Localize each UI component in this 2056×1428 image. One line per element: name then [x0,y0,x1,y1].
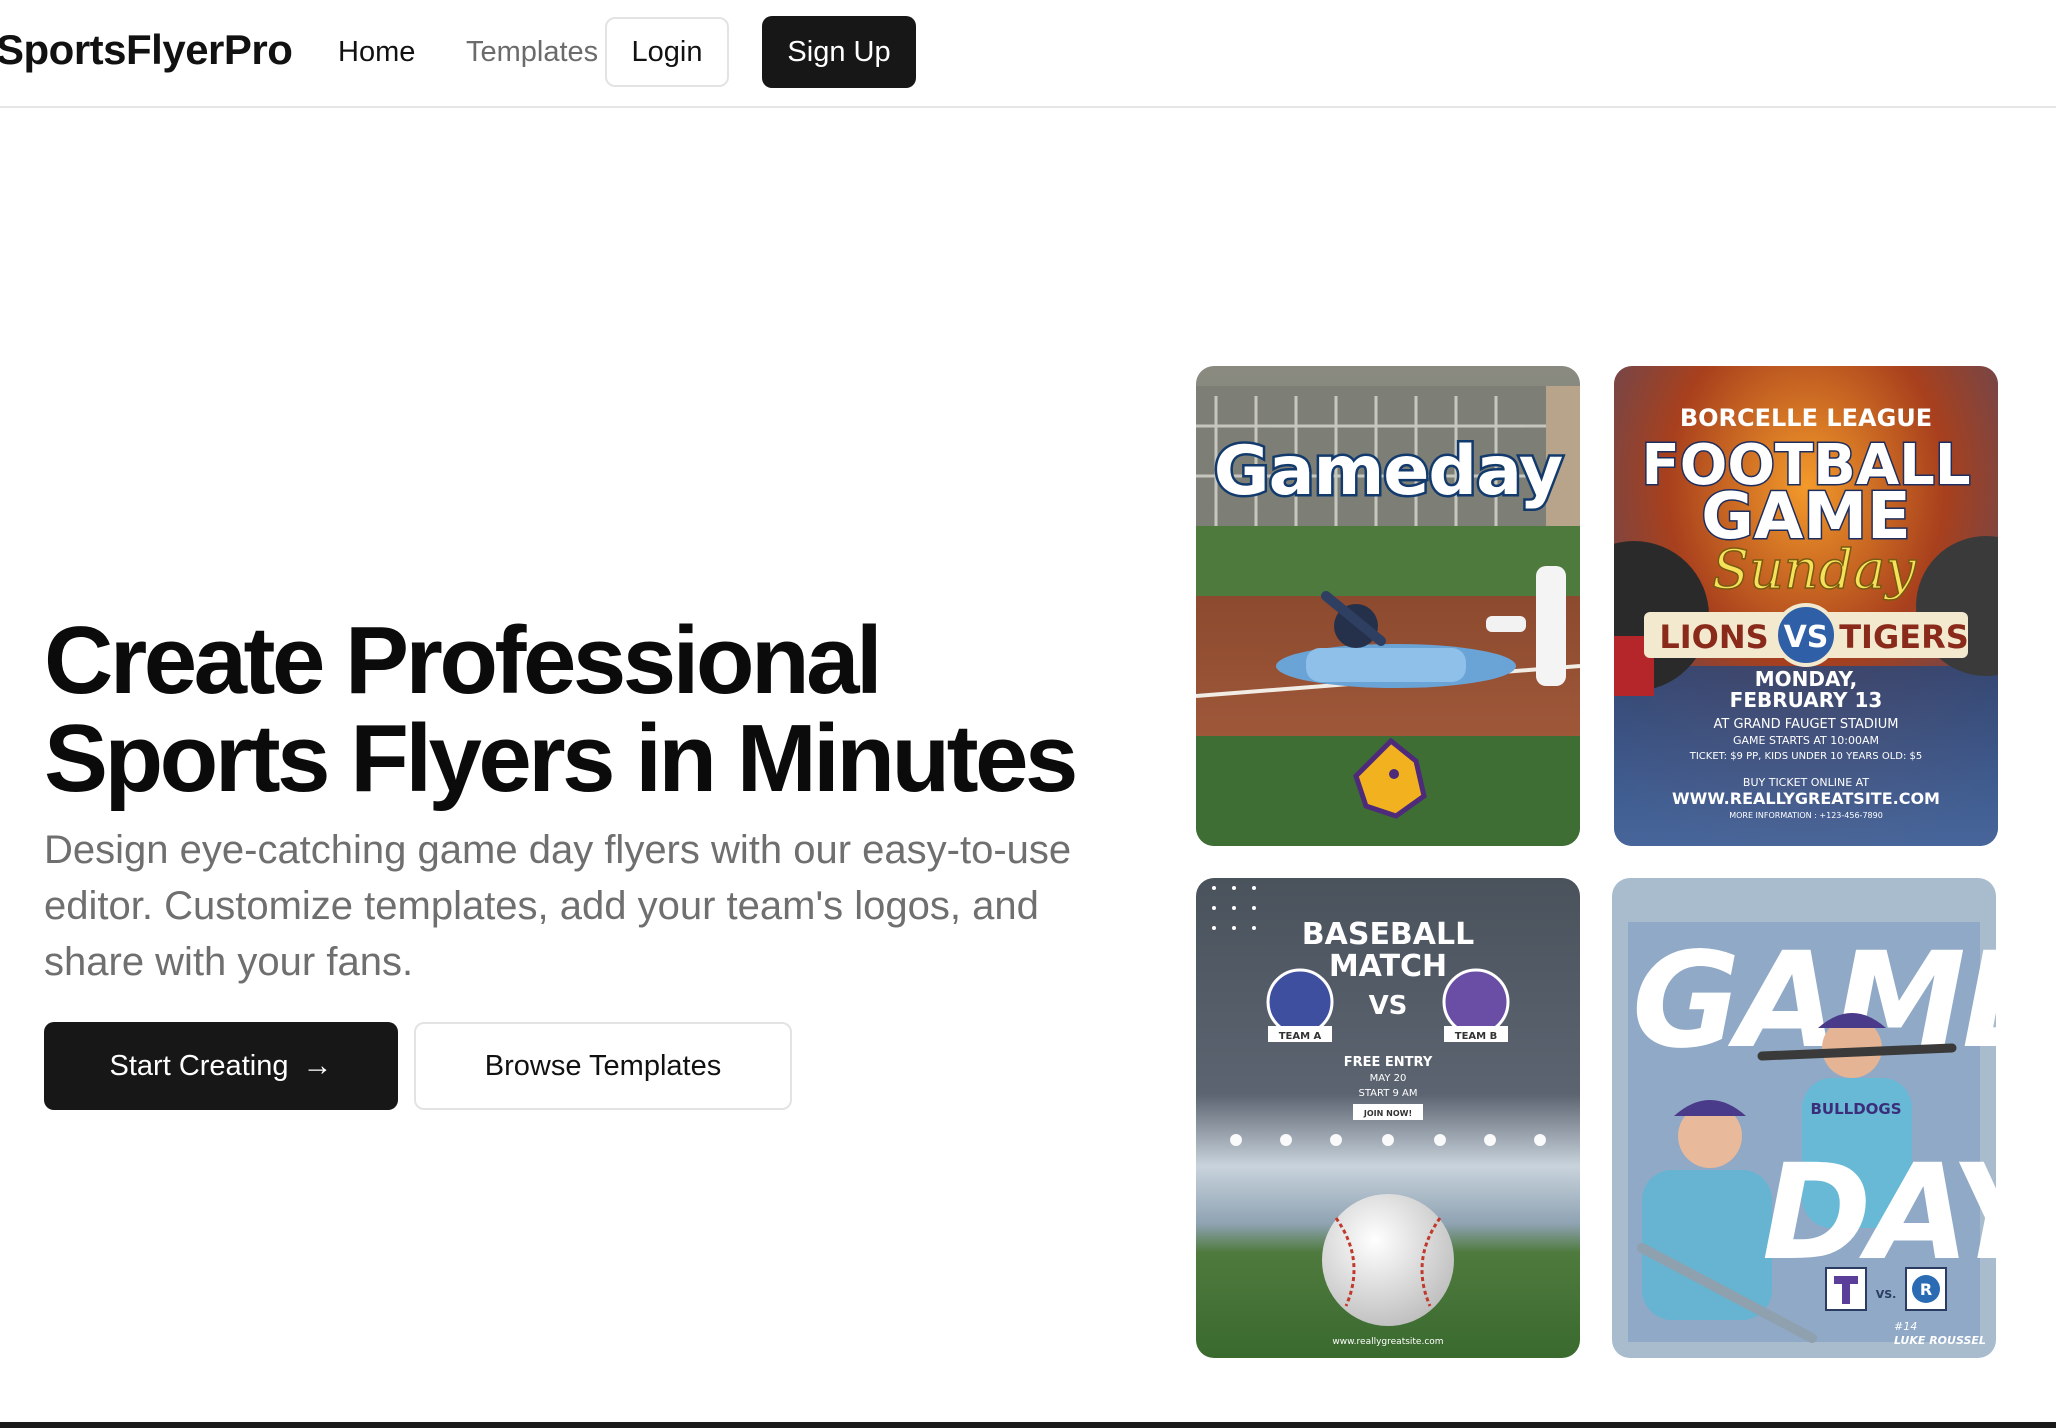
brand-logo[interactable]: SportsFlyerPro [0,22,293,78]
football-league: BORCELLE LEAGUE [1680,404,1932,432]
signup-button[interactable]: Sign Up [762,16,916,88]
baseball-title-1: BASEBALL [1302,917,1475,952]
baseball-title-2: MATCH [1329,949,1447,984]
baseball-flyer-image: BASEBALL MATCH TEAM A TEAM B VS FREE ENT… [1196,878,1580,1358]
gameday-flyer-image: Gameday [1196,366,1580,846]
baseball-date: MAY 20 [1370,1073,1407,1084]
gameday-flyer-title: Gameday [1214,432,1563,511]
football-vs: VS [1784,620,1829,655]
football-venue: AT GRAND FAUGET STADIUM [1713,717,1898,732]
game-day-flyer-image: GAME BULLDOGS DAY R VS. #14 LUKE ROUSSEL [1612,878,1996,1358]
start-creating-label: Start Creating [109,1049,289,1082]
top-navbar: SportsFlyerPro Home Templates Login Sign… [0,0,2056,108]
baseball-team-b: TEAM B [1455,1031,1497,1042]
game-day-player-number: #14 [1894,1320,1917,1333]
nav-link-home[interactable]: Home [338,30,415,74]
football-site: WWW.REALLYGREATSITE.COM [1672,789,1940,808]
football-info: MORE INFORMATION : +123-456-7890 [1729,811,1883,820]
hero-title-line-2: Sports Flyers in Minutes [44,705,1078,812]
baseball-team-a: TEAM A [1279,1031,1322,1042]
football-team-2: TIGERS [1839,618,1969,656]
start-creating-button[interactable]: Start Creating → [44,1022,398,1110]
football-time: GAME STARTS AT 10:00AM [1733,734,1879,747]
svg-text:R: R [1920,1280,1932,1299]
football-buy: BUY TICKET ONLINE AT [1743,776,1869,789]
baseball-join: JOIN NOW! [1363,1109,1412,1118]
baseball-start: START 9 AM [1358,1088,1417,1099]
football-date-2: FEBRUARY 13 [1730,688,1883,712]
baseball-entry: FREE ENTRY [1344,1055,1433,1070]
page-bottom-edge [0,1422,2056,1428]
football-script: Sunday [1712,538,1917,601]
flyer-card-game-day-players[interactable]: GAME BULLDOGS DAY R VS. #14 LUKE ROUSSEL [1612,878,1996,1358]
browse-templates-button[interactable]: Browse Templates [414,1022,792,1110]
flyer-card-gameday[interactable]: Gameday [1196,366,1580,846]
football-team-1: LIONS [1659,618,1768,656]
game-day-vs: VS. [1876,1288,1897,1301]
baseball-site: www.reallygreatsite.com [1332,1337,1443,1347]
nav-link-templates[interactable]: Templates [466,30,598,74]
hero-title: Create Professional Sports Flyers in Min… [44,612,1164,808]
game-day-jersey: BULLDOGS [1810,1100,1901,1118]
game-day-word-2: DAY [1762,1136,1996,1290]
flyer-card-baseball-match[interactable]: BASEBALL MATCH TEAM A TEAM B VS FREE ENT… [1196,878,1580,1358]
arrow-right-icon: → [302,1049,333,1082]
football-ticket: TICKET: $9 PP, KIDS UNDER 10 YEARS OLD: … [1689,751,1923,762]
login-button[interactable]: Login [605,17,729,87]
baseball-vs: VS [1369,991,1408,1021]
hero-title-line-1: Create Professional [44,607,883,714]
flyer-card-football-game[interactable]: BORCELLE LEAGUE FOOTBALL GAME Sunday LIO… [1614,366,1998,846]
football-flyer-image: BORCELLE LEAGUE FOOTBALL GAME Sunday LIO… [1614,366,1998,846]
game-day-player-name: LUKE ROUSSEL [1894,1334,1986,1347]
hero-subtitle: Design eye-catching game day flyers with… [44,828,1072,984]
